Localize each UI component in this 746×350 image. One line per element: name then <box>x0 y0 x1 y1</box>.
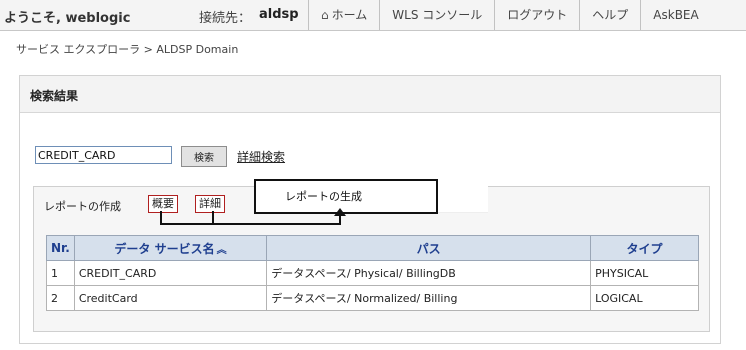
table-row: 2 CreditCard データスペース/ Normalized/ Billin… <box>46 285 699 311</box>
header-nr: Nr. <box>46 235 75 261</box>
cell-nr: 2 <box>46 285 75 311</box>
header-type: タイプ <box>590 235 699 261</box>
nav-wls-console[interactable]: WLS コンソール <box>379 0 494 30</box>
breadcrumb: サービス エクスプローラ > ALDSP Domain <box>16 43 239 56</box>
cell-service-name[interactable]: CREDIT_CARD <box>73 260 268 286</box>
cell-service-name[interactable]: CreditCard <box>73 285 268 311</box>
nav-home-label: ホーム <box>331 8 368 22</box>
summary-report-button[interactable]: 概要 <box>148 195 178 213</box>
nav-askbea[interactable]: AskBEA <box>640 0 710 30</box>
header-service-name-label: データ サービス名 <box>114 241 215 256</box>
home-icon: ⌂ <box>321 8 329 22</box>
search-input[interactable] <box>35 146 172 164</box>
detail-report-button[interactable]: 詳細 <box>195 195 225 213</box>
cell-path: データスペース/ Normalized/ Billing <box>266 285 592 311</box>
report-label: レポートの作成 <box>44 200 121 213</box>
cell-nr: 1 <box>46 260 75 286</box>
header-path: パス <box>266 235 592 261</box>
advanced-search-link[interactable]: 詳細検索 <box>237 148 285 165</box>
welcome-text: ようこそ, weblogic <box>4 11 131 26</box>
connection-label: 接続先： <box>199 11 252 26</box>
nav-logout[interactable]: ログアウト <box>494 0 579 30</box>
table-row: 1 CREDIT_CARD データスペース/ Physical/ Billing… <box>46 260 699 286</box>
sort-ascending-icon[interactable]: ︽ <box>217 245 227 256</box>
connection-value: aldsp <box>259 7 299 22</box>
search-button[interactable]: 検索 <box>181 146 227 167</box>
header-service-name[interactable]: データ サービス名 ︽ <box>73 235 268 261</box>
annotation-callout-text: レポートの生成 <box>285 190 362 203</box>
annotation-callout: レポートの生成 <box>254 179 488 214</box>
cell-type: PHYSICAL <box>590 260 699 286</box>
top-bar: ようこそ, weblogic 接続先： aldsp ⌂ ホーム WLS コンソール… <box>0 0 746 31</box>
nav-home[interactable]: ⌂ ホーム <box>308 0 379 30</box>
panel-header: 検索結果 <box>20 76 720 113</box>
cell-type: LOGICAL <box>590 285 699 311</box>
nav-help[interactable]: ヘルプ <box>579 0 640 30</box>
panel-title: 検索結果 <box>30 89 79 103</box>
table-header-row: Nr. データ サービス名 ︽ パス タイプ <box>46 235 699 261</box>
cell-path: データスペース/ Physical/ BillingDB <box>266 260 592 286</box>
results-table: Nr. データ サービス名 ︽ パス タイプ 1 CREDIT_CARD データス… <box>46 235 699 311</box>
annotation-callout-frame: レポートの生成 <box>254 179 438 214</box>
top-nav: ⌂ ホーム WLS コンソール ログアウト ヘルプ AskBEA <box>308 0 711 30</box>
